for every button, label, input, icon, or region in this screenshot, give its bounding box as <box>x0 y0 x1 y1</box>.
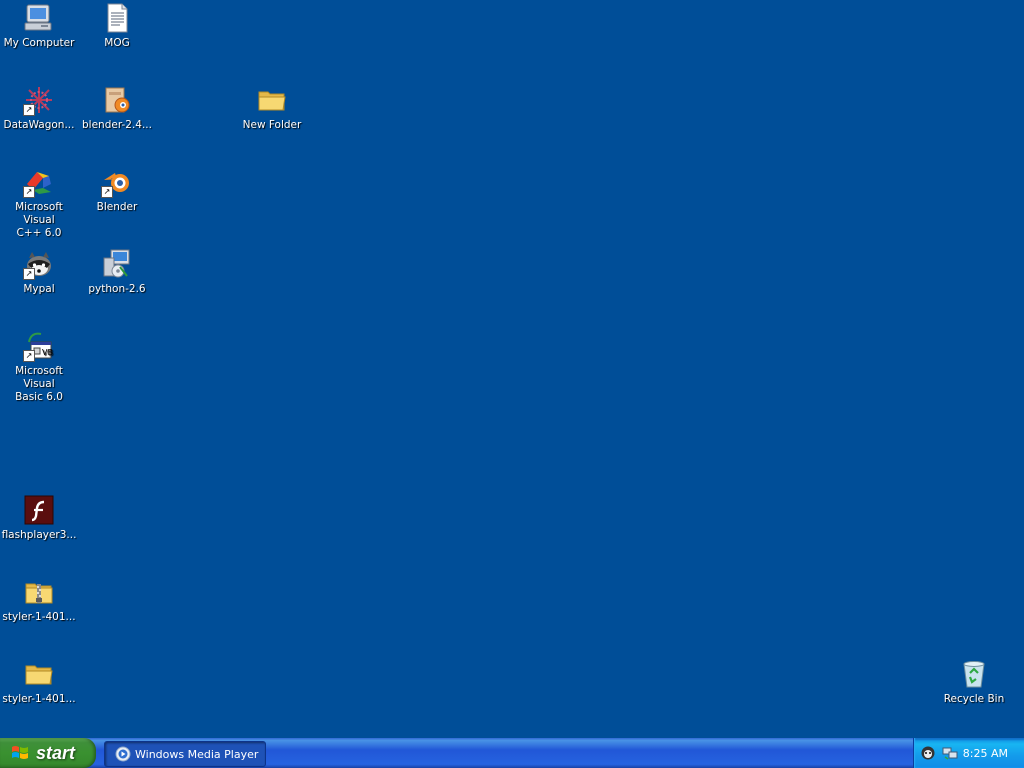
desktop-icon-mog[interactable]: MOG <box>78 2 156 50</box>
desktop-icon-styler-zip[interactable]: styler-1-401... <box>0 576 78 624</box>
desktop-icon-visual-basic[interactable]: VB ↗ Microsoft Visual Basic 6.0 <box>0 330 78 404</box>
clock[interactable]: 8:25 AM <box>963 747 1008 760</box>
desktop-icon-label: styler-1-401... <box>2 693 76 705</box>
desktop-icon-recycle-bin[interactable]: Recycle Bin <box>935 658 1013 706</box>
taskbar-button-windows-media-player[interactable]: Windows Media Player <box>104 741 266 767</box>
text-document-icon <box>101 2 133 34</box>
desktop-icon-label: Blender <box>96 201 138 213</box>
desktop-icon-label: Microsoft Visual Basic 6.0 <box>15 365 63 403</box>
visual-basic-icon: VB ↗ <box>23 330 55 362</box>
desktop-icon-blender-installer[interactable]: blender-2.4... <box>78 84 156 132</box>
visual-cpp-icon: ↗ <box>23 166 55 198</box>
blender-icon: ↗ <box>101 166 133 198</box>
desktop-icon-flash-player[interactable]: flashplayer3... <box>0 494 78 542</box>
desktop-icon-label: MOG <box>104 37 130 49</box>
desktop-icon-label: My Computer <box>3 37 75 49</box>
python-installer-icon <box>101 248 133 280</box>
windows-media-player-icon <box>115 746 131 762</box>
desktop-icon-label: python-2.6 <box>88 283 146 295</box>
desktop-icon-python-installer[interactable]: python-2.6 <box>78 248 156 296</box>
system-tray: 8:25 AM <box>913 738 1024 768</box>
windows-logo-icon <box>12 746 28 759</box>
desktop-icon-my-computer[interactable]: My Computer <box>0 2 78 50</box>
desktop-icon-datawagon[interactable]: ↗ DataWagon... <box>0 84 78 132</box>
svg-text:VB: VB <box>42 348 53 357</box>
start-label: start <box>36 742 76 763</box>
desktop-icon-label: Microsoft Visual C++ 6.0 <box>15 201 63 239</box>
start-button[interactable]: start <box>0 738 96 768</box>
taskbar: start Windows Media Player 8:25 AM <box>0 738 1024 768</box>
desktop-icon-label: Mypal <box>23 283 55 295</box>
flash-player-icon <box>23 494 55 526</box>
desktop-icon-styler-folder[interactable]: styler-1-401... <box>0 658 78 706</box>
desktop[interactable]: My Computer MOG ↗ DataWagon... blender-2… <box>0 0 1024 738</box>
desktop-icon-mypal[interactable]: ↗ Mypal <box>0 248 78 296</box>
desktop-icon-label: blender-2.4... <box>82 119 152 131</box>
desktop-icon-blender[interactable]: ↗ Blender <box>78 166 156 214</box>
shortcut-arrow-icon: ↗ <box>23 104 35 116</box>
shortcut-arrow-icon: ↗ <box>23 350 35 362</box>
shortcut-arrow-icon: ↗ <box>23 268 35 280</box>
recycle-bin-icon <box>958 658 990 690</box>
mypal-tray-icon[interactable] <box>920 745 936 761</box>
folder-icon <box>256 84 288 116</box>
mypal-icon: ↗ <box>23 248 55 280</box>
desktop-icon-label: DataWagon... <box>3 119 75 131</box>
shortcut-arrow-icon: ↗ <box>101 186 113 198</box>
datawagon-icon: ↗ <box>23 84 55 116</box>
shortcut-arrow-icon: ↗ <box>23 186 35 198</box>
desktop-icon-label: Recycle Bin <box>943 693 1005 705</box>
taskbar-button-label: Windows Media Player <box>135 747 259 761</box>
desktop-icon-visual-cpp[interactable]: ↗ Microsoft Visual C++ 6.0 <box>0 166 78 240</box>
my-computer-icon <box>23 2 55 34</box>
desktop-icon-label: New Folder <box>242 119 302 131</box>
folder-icon <box>23 658 55 690</box>
network-tray-icon[interactable] <box>942 745 958 761</box>
zip-folder-icon <box>23 576 55 608</box>
desktop-icon-label: flashplayer3... <box>1 529 77 541</box>
installer-package-icon <box>101 84 133 116</box>
desktop-icon-new-folder[interactable]: New Folder <box>233 84 311 132</box>
desktop-icon-label: styler-1-401... <box>2 611 76 623</box>
